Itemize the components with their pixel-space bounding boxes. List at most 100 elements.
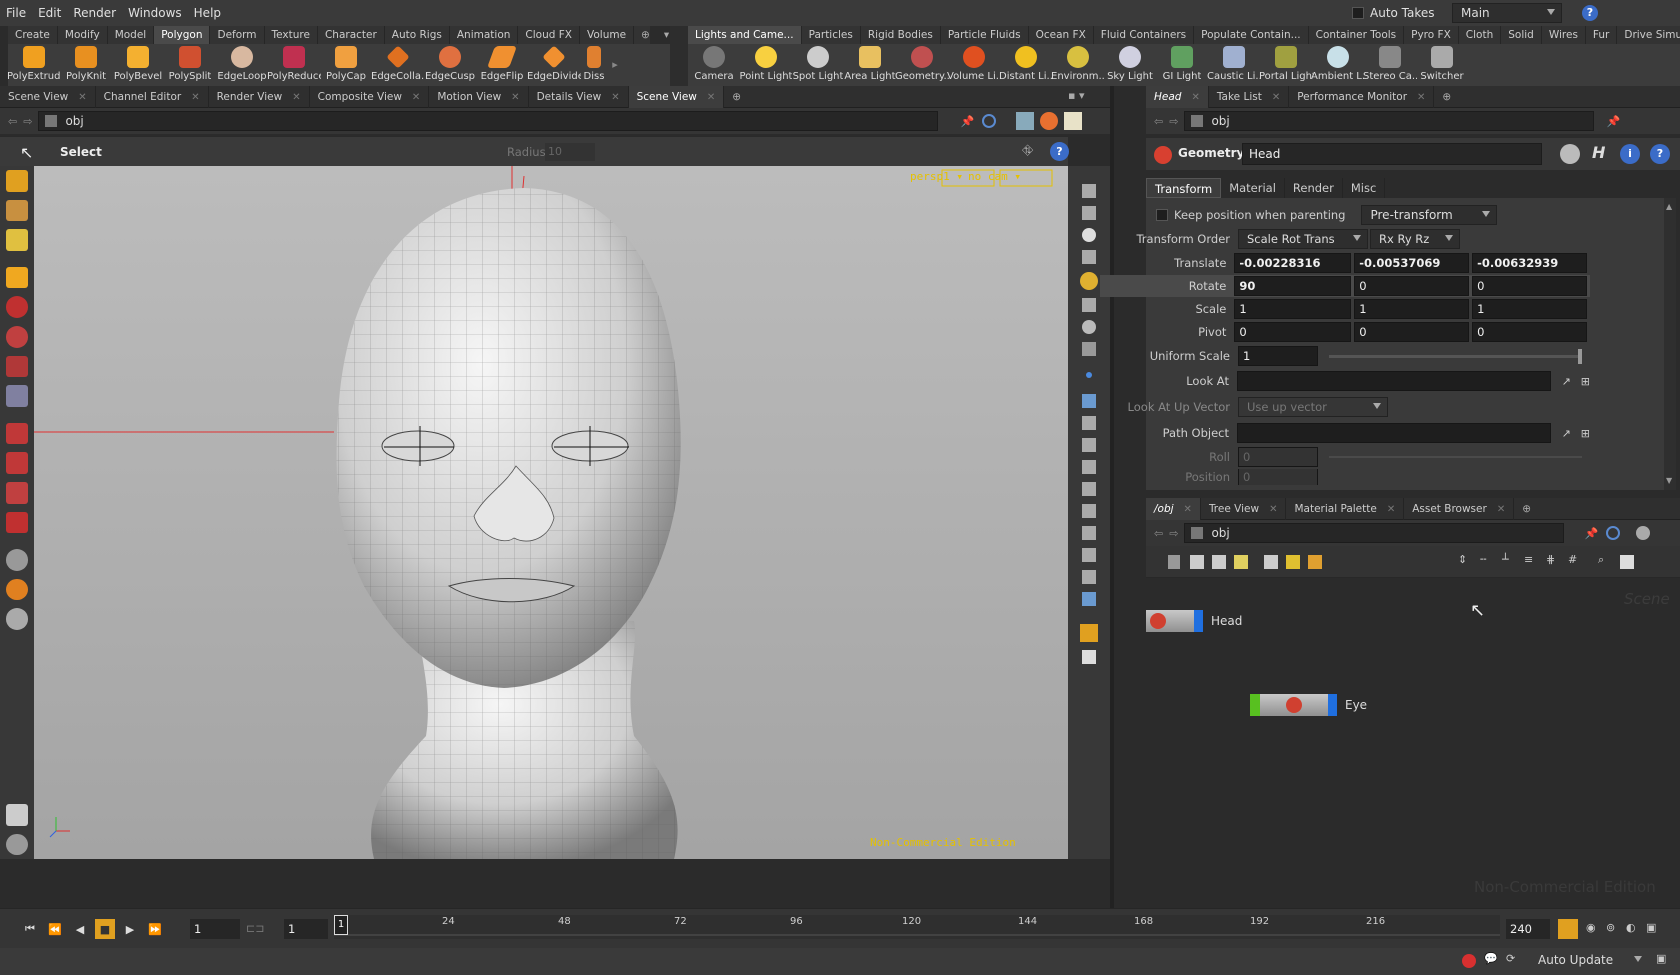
auto-takes-checkbox[interactable] — [1352, 7, 1364, 19]
shelf-scroll-right-icon[interactable]: ▸ — [608, 44, 622, 86]
pivot-z-field[interactable]: 0 — [1472, 322, 1587, 342]
tool-layers-icon[interactable] — [6, 803, 28, 826]
realtime-icon[interactable]: ⊚ — [1606, 921, 1615, 934]
network-list-icon[interactable] — [1190, 555, 1204, 569]
scale-z-field[interactable]: 1 — [1472, 299, 1587, 319]
auto-update-label[interactable]: Auto Update — [1530, 951, 1648, 971]
display-option-17-icon[interactable] — [1082, 592, 1096, 606]
eye-bypass-flag[interactable] — [1250, 694, 1260, 716]
help-icon[interactable]: ? — [1582, 5, 1598, 21]
pin-icon[interactable]: 📌 — [960, 115, 974, 128]
tab-motion-view[interactable]: Motion View ✕ — [429, 85, 529, 108]
rotation-order-select[interactable]: Rx Ry Rz — [1370, 229, 1460, 249]
network-palette-icon[interactable] — [1234, 555, 1248, 569]
play-reverse-icon[interactable]: ◀ — [70, 919, 90, 939]
network-settings-icon[interactable] — [1636, 526, 1651, 540]
param-forward-arrow-icon[interactable]: ⇨ — [1169, 115, 1178, 128]
auto-update-select[interactable]: Auto Update — [1530, 951, 1650, 971]
display-option-4-icon[interactable] — [1082, 250, 1096, 264]
shelf-tab-container-tools[interactable]: Container Tools — [1309, 26, 1405, 44]
step-forward-icon[interactable]: ⏩ — [145, 919, 165, 939]
tab-details-view[interactable]: Details View ✕ — [529, 85, 629, 108]
timeline-scrubber[interactable]: 1 24 48 72 96 120 144 168 192 216 — [334, 915, 1500, 939]
path-object-jump-icon[interactable]: ↗ — [1562, 427, 1571, 440]
viewer-help-icon[interactable]: ? — [1050, 142, 1069, 161]
uniform-scale-slider-handle[interactable] — [1578, 348, 1582, 364]
tab-channel-editor[interactable]: Channel Editor ✕ — [96, 85, 209, 108]
network-canvas[interactable]: Scene Head Eye ↖ Non-Commercial Edition — [1146, 578, 1680, 908]
refresh-icon[interactable]: ⟳ — [1506, 952, 1515, 965]
camera-menu[interactable]: persp1 ▾ — [910, 170, 963, 183]
tab-obj-network[interactable]: /obj ✕ — [1146, 497, 1201, 520]
network-grid-toggle-icon[interactable]: # — [1568, 553, 1577, 566]
link-icon[interactable] — [982, 114, 997, 128]
display-option-15-icon[interactable] — [1082, 548, 1096, 562]
network-snap-icon[interactable]: ⋕ — [1546, 553, 1555, 566]
network-back-arrow-icon[interactable]: ⇦ — [1154, 527, 1163, 540]
tool-polycap[interactable]: PolyCap — [320, 44, 372, 86]
add-network-tab-icon[interactable]: ⊕ — [1514, 498, 1539, 520]
display-option-13-icon[interactable] — [1082, 504, 1096, 518]
pivot-x-field[interactable]: 0 — [1234, 322, 1352, 342]
keyframe-icon[interactable] — [1558, 919, 1578, 939]
display-option-1-icon[interactable] — [1082, 184, 1096, 198]
shelf-tab-particle-fluids[interactable]: Particle Fluids — [941, 26, 1029, 44]
select-arrow-icon[interactable]: ↖ — [20, 143, 33, 162]
display-option-14-icon[interactable] — [1082, 526, 1096, 540]
uniform-scale-slider[interactable] — [1329, 348, 1582, 364]
display-active-icon[interactable] — [1080, 272, 1098, 290]
tab-performance-monitor[interactable]: Performance Monitor ✕ — [1289, 85, 1435, 108]
shelf-tab-populate-containers[interactable]: Populate Contain... — [1194, 26, 1309, 44]
tool-camera-icon[interactable] — [6, 608, 28, 630]
shelf-tab-cloth[interactable]: Cloth — [1459, 26, 1502, 44]
tool-gi-light[interactable]: GI Light — [1156, 44, 1208, 86]
tab-render-view[interactable]: Render View ✕ — [209, 85, 310, 108]
network-zoom-icon[interactable]: ⌕ — [1598, 553, 1604, 567]
network-path-field[interactable]: obj — [1184, 523, 1565, 543]
tool-spot-light[interactable]: Spot Light — [792, 44, 844, 86]
tool-transform-icon[interactable] — [6, 385, 28, 407]
network-grid-icon[interactable] — [1212, 555, 1226, 569]
tool-caustic-light[interactable]: Caustic Li... — [1207, 44, 1261, 86]
snap-icon[interactable]: ⛗ — [1022, 143, 1033, 159]
display-option-3-icon[interactable] — [1082, 228, 1096, 242]
tab-head-params[interactable]: Head ✕ — [1146, 85, 1209, 108]
shelf-tab-cloud-fx[interactable]: Cloud FX — [518, 26, 580, 44]
shelf-tab-pyro-fx[interactable]: Pyro FX — [1404, 26, 1459, 44]
tab-take-list[interactable]: Take List ✕ — [1209, 85, 1290, 108]
tool-area-light[interactable]: Area Light — [844, 44, 896, 86]
houdini-help-icon[interactable]: H — [1592, 143, 1605, 162]
tool-geometry-light[interactable]: Geometry... — [895, 44, 949, 86]
shelf-tab-animation[interactable]: Animation — [450, 26, 519, 44]
play-forward-icon[interactable]: ▶ — [120, 919, 140, 939]
param-back-arrow-icon[interactable]: ⇦ — [1154, 115, 1163, 128]
tool-volume-light[interactable]: Volume Li... — [947, 44, 1001, 86]
tab-material-palette[interactable]: Material Palette ✕ — [1286, 497, 1405, 520]
tool-handle-icon[interactable] — [6, 199, 28, 222]
global-anim-icon[interactable]: ◐ — [1626, 921, 1636, 934]
tool-magnet-4-icon[interactable] — [6, 511, 28, 534]
node-eye[interactable]: Eye — [1250, 694, 1367, 716]
node-name-field[interactable]: Head — [1242, 143, 1542, 165]
scroll-up-icon[interactable]: ▲ — [1666, 202, 1672, 211]
subtab-render[interactable]: Render — [1285, 178, 1343, 198]
roll-field[interactable]: 0 — [1238, 447, 1318, 467]
pivot-y-field[interactable]: 0 — [1354, 322, 1470, 342]
display-option-5-icon[interactable] — [1082, 298, 1096, 312]
tool-rotate-icon[interactable] — [6, 325, 28, 348]
tool-render-region-icon[interactable] — [6, 578, 28, 601]
display-option-6-icon[interactable] — [1082, 320, 1096, 334]
tool-polysplit[interactable]: PolySplit — [164, 44, 216, 86]
network-dash-icon[interactable]: ╌ — [1480, 553, 1487, 566]
display-option-2-icon[interactable] — [1082, 206, 1096, 220]
param-pin-icon[interactable]: 📌 — [1606, 115, 1620, 128]
tool-flipbook-icon[interactable] — [6, 833, 28, 856]
network-sticky-icon[interactable] — [1286, 555, 1300, 569]
keep-position-checkbox[interactable] — [1156, 209, 1168, 221]
node-head[interactable]: Head — [1146, 610, 1242, 632]
display-option-9-icon[interactable] — [1082, 416, 1096, 430]
shelf-tab-volume[interactable]: Volume — [580, 26, 635, 44]
forward-arrow-icon[interactable]: ⇨ — [23, 115, 32, 128]
tool-distant-light[interactable]: Distant Li... — [999, 44, 1053, 86]
rotate-x-field[interactable]: 90 — [1234, 276, 1352, 296]
